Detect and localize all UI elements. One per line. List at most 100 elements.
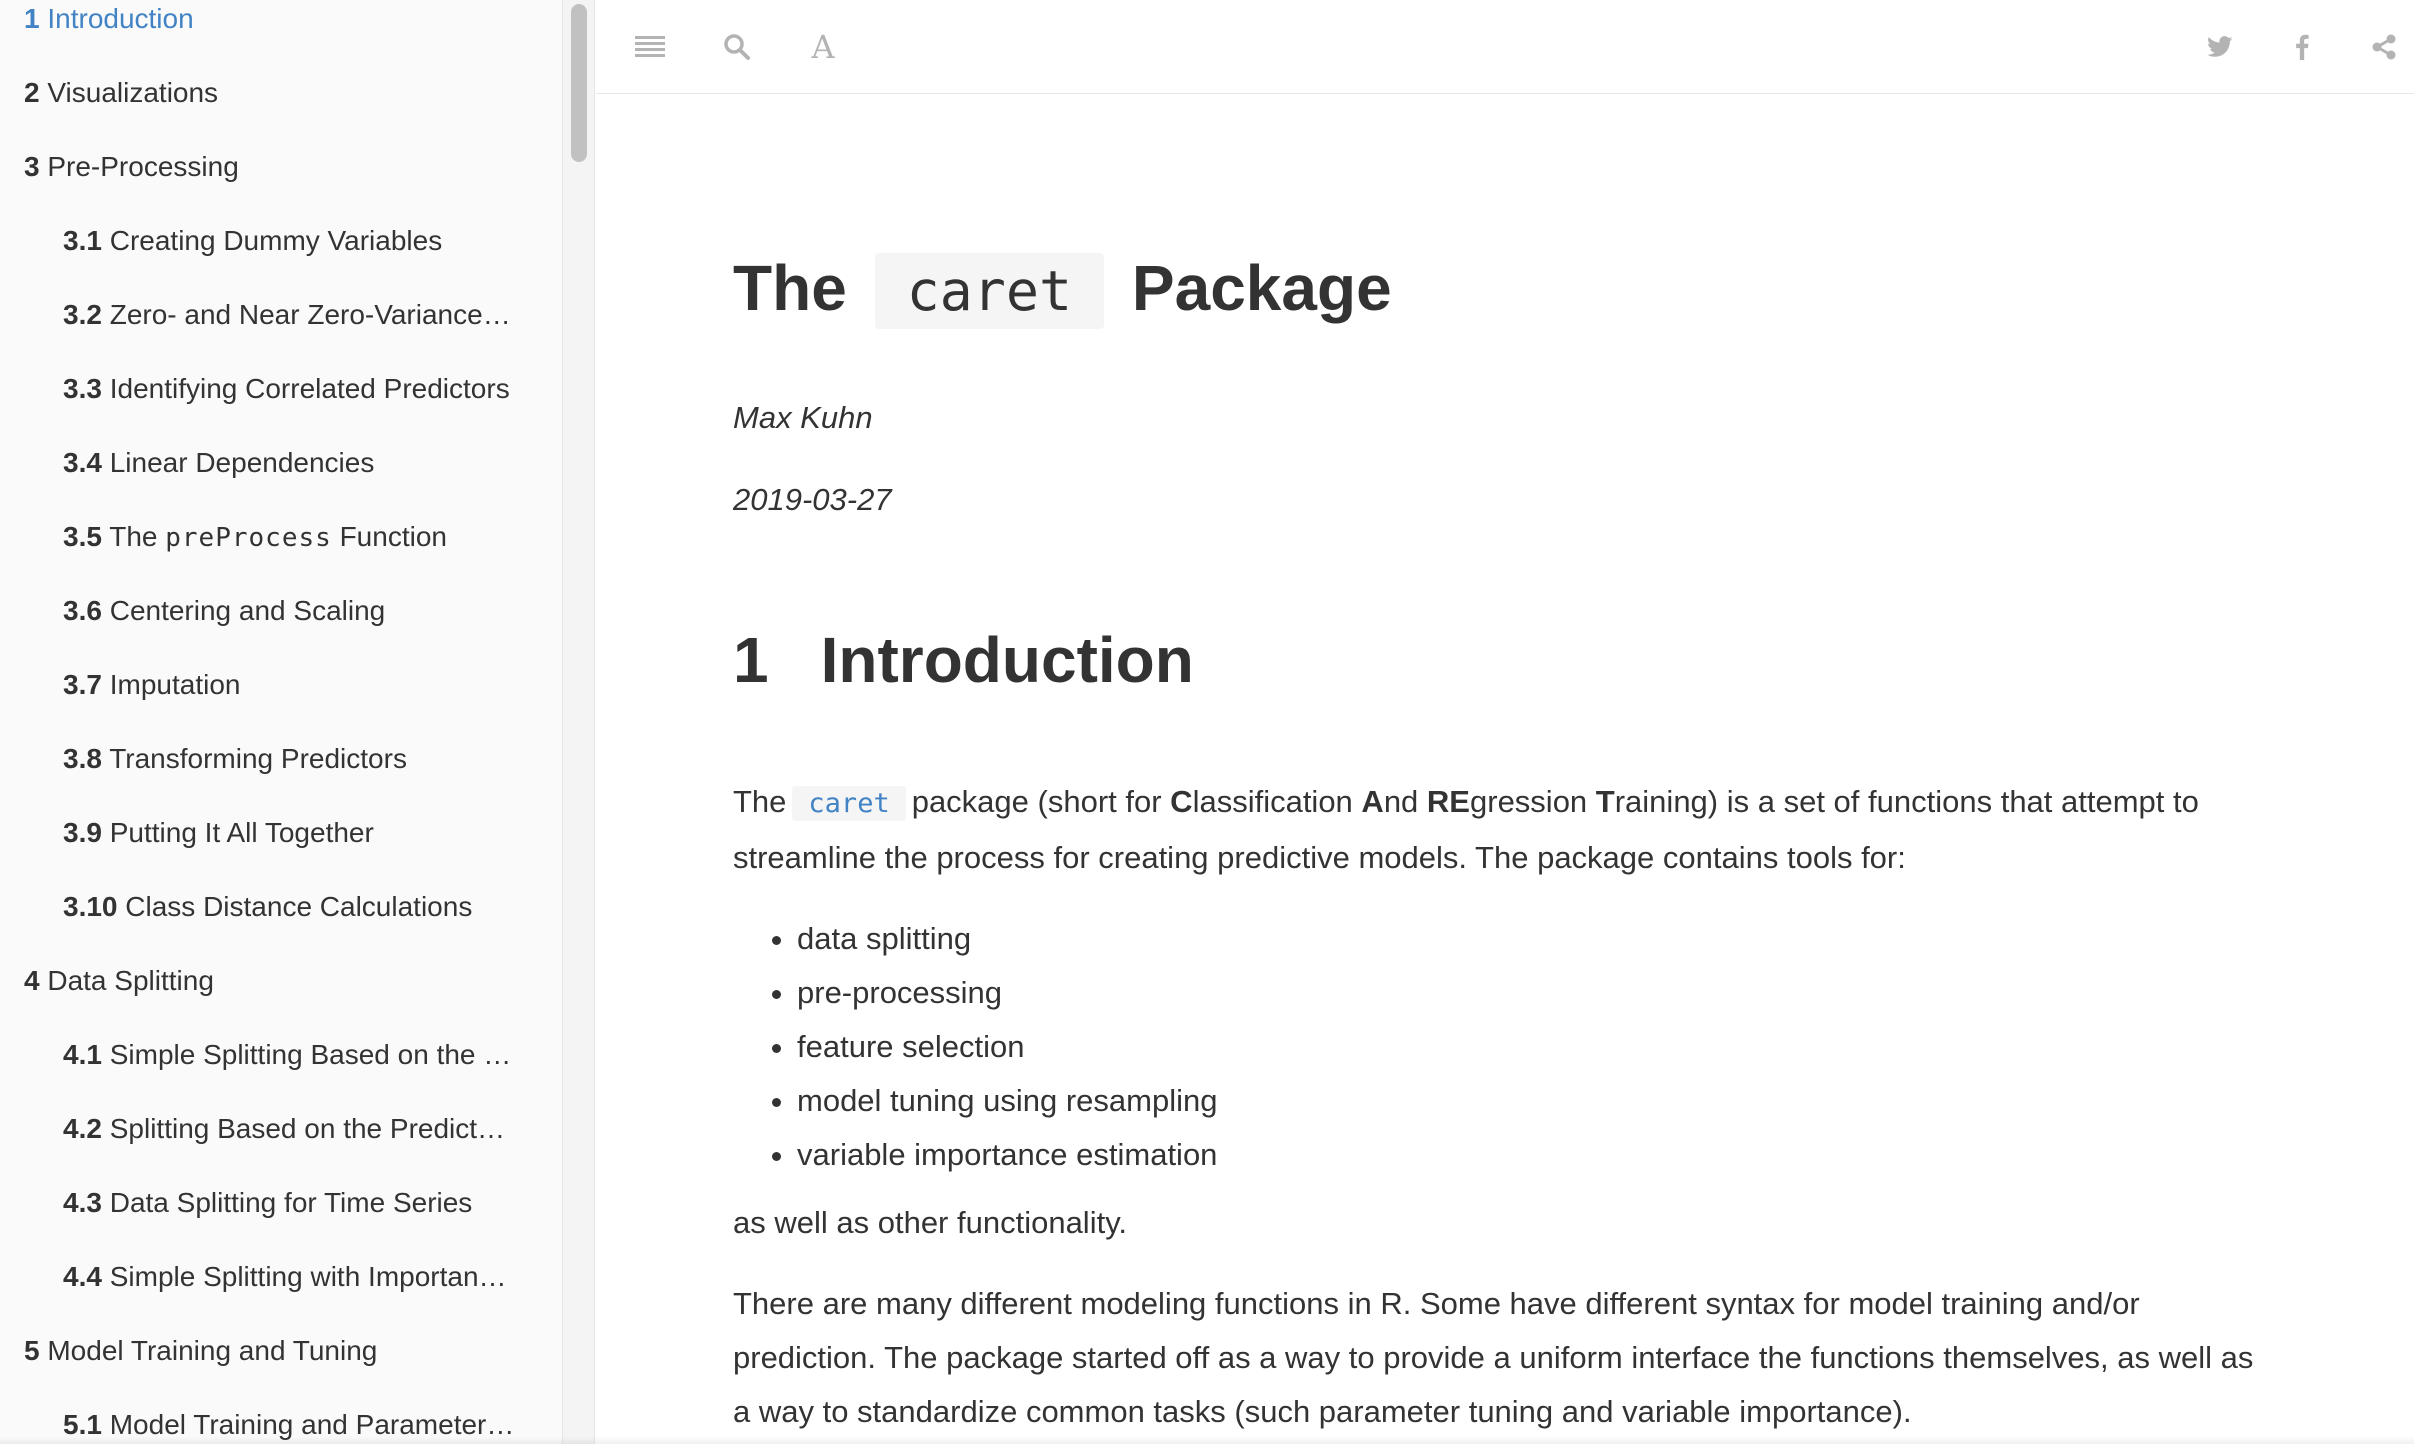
title-text-post: Package bbox=[1131, 252, 1392, 324]
toc-item-4-3[interactable]: 4.3 Data Splitting for Time Series bbox=[0, 1184, 545, 1258]
toc-item-3[interactable]: 3 Pre-Processing bbox=[0, 148, 545, 222]
section-heading: 1 Introduction bbox=[733, 620, 1194, 700]
date: 2019-03-27 bbox=[733, 482, 892, 517]
toc-number: 4.3 bbox=[63, 1187, 102, 1218]
toc-item-3-6[interactable]: 3.6 Centering and Scaling bbox=[0, 592, 545, 666]
tools-list: data splitting pre-processing feature se… bbox=[733, 912, 1217, 1182]
toc-number: 5 bbox=[24, 1335, 40, 1366]
toc-item-4-4[interactable]: 4.4 Simple Splitting with Importan… bbox=[0, 1258, 545, 1332]
toc-number: 3 bbox=[24, 151, 40, 182]
toc-item-3-3[interactable]: 3.3 Identifying Correlated Predictors bbox=[0, 370, 545, 444]
p1-text: package (short for bbox=[911, 784, 1171, 819]
paragraph: There are many different modeling functi… bbox=[733, 1286, 2254, 1429]
toc-item-4-1[interactable]: 4.1 Simple Splitting Based on the … bbox=[0, 1036, 545, 1110]
toc-label: Data Splitting bbox=[47, 965, 214, 996]
toc-label: Pre-Processing bbox=[47, 151, 239, 182]
twitter-icon bbox=[2207, 36, 2233, 57]
intro-paragraph: The caret package (short for Classificatio… bbox=[733, 775, 2278, 885]
toc-label: Transforming Predictors bbox=[109, 743, 407, 774]
list-item: model tuning using resampling bbox=[797, 1074, 1217, 1128]
title-code: caret bbox=[874, 253, 1105, 329]
list-item: variable importance estimation bbox=[797, 1128, 1217, 1182]
toc-label: Class Distance Calculations bbox=[125, 891, 473, 922]
toc-number: 1 bbox=[24, 3, 40, 34]
p1-text: gression bbox=[1470, 784, 1596, 819]
toc-item-3-2[interactable]: 3.2 Zero- and Near Zero-Variance… bbox=[0, 296, 545, 370]
share-button[interactable] bbox=[2357, 20, 2411, 74]
toc-item-3-10[interactable]: 3.10 Class Distance Calculations bbox=[0, 888, 545, 962]
share-icon bbox=[2372, 34, 2396, 60]
toolbar: A bbox=[596, 0, 2414, 94]
sidebar-scrollbar[interactable] bbox=[563, 0, 595, 1444]
toggle-sidebar-button[interactable] bbox=[623, 20, 677, 74]
toc-number: 2 bbox=[24, 77, 40, 108]
toc-number: 3.1 bbox=[63, 225, 102, 256]
toc-number: 3.2 bbox=[63, 299, 102, 330]
page-title: The caret Package bbox=[733, 244, 1392, 335]
toc-label: Splitting Based on the Predict… bbox=[109, 1113, 506, 1144]
toc-label: Simple Splitting with Importan… bbox=[109, 1261, 507, 1292]
toc-sidebar: 1 Introduction 2 Visualizations 3 Pre-Pr… bbox=[0, 0, 563, 1444]
toc-label: Zero- and Near Zero-Variance… bbox=[109, 299, 511, 330]
toc-label: Imputation bbox=[109, 669, 241, 700]
toc-label: Identifying Correlated Predictors bbox=[109, 373, 510, 404]
sidebar-scrollbar-thumb[interactable] bbox=[571, 4, 587, 162]
p1-bold: C bbox=[1170, 784, 1193, 819]
twitter-share-button[interactable] bbox=[2193, 20, 2247, 74]
toc-number: 4.1 bbox=[63, 1039, 102, 1070]
search-button[interactable] bbox=[710, 20, 764, 74]
list-item: feature selection bbox=[797, 1020, 1217, 1074]
toc-label: Centering and Scaling bbox=[109, 595, 386, 626]
menu-icon bbox=[635, 36, 665, 57]
toc-item-3-5[interactable]: 3.5 The preProcess Function bbox=[0, 518, 545, 592]
bottom-edge-shadow bbox=[0, 1436, 2414, 1444]
toc-label: Model Training and Tuning bbox=[47, 1335, 378, 1366]
facebook-icon bbox=[2296, 34, 2309, 60]
toc-number: 4 bbox=[24, 965, 40, 996]
toc-number: 3.8 bbox=[63, 743, 102, 774]
toc-number: 3.5 bbox=[63, 521, 102, 552]
toc-label: Introduction bbox=[47, 3, 194, 34]
toc-item-3-8[interactable]: 3.8 Transforming Predictors bbox=[0, 740, 545, 814]
author: Max Kuhn bbox=[733, 400, 873, 435]
list-item: pre-processing bbox=[797, 966, 1217, 1020]
toc-number: 3.4 bbox=[63, 447, 102, 478]
p1-text: nd bbox=[1383, 784, 1427, 819]
p1-text: lassification bbox=[1192, 784, 1362, 819]
toc-number: 3.6 bbox=[63, 595, 102, 626]
font-settings-button[interactable]: A bbox=[796, 20, 850, 74]
list-item: data splitting bbox=[797, 912, 1217, 966]
toc-item-5[interactable]: 5 Model Training and Tuning bbox=[0, 1332, 545, 1406]
font-settings-icon: A bbox=[811, 28, 835, 66]
toc-label: Linear Dependencies bbox=[109, 447, 375, 478]
toc-label: Creating Dummy Variables bbox=[109, 225, 443, 256]
toc-label-pre: The bbox=[109, 521, 166, 552]
p1-text: The bbox=[733, 784, 787, 819]
toc-number: 3.10 bbox=[63, 891, 118, 922]
toc-label: The preProcess Function bbox=[109, 521, 447, 553]
paragraph: as well as other functionality. bbox=[733, 1205, 1128, 1240]
toc-item-4-2[interactable]: 4.2 Splitting Based on the Predict… bbox=[0, 1110, 545, 1184]
section-number: 1 bbox=[733, 624, 769, 696]
toc-label: Visualizations bbox=[47, 77, 219, 108]
section-title: Introduction bbox=[820, 624, 1194, 696]
toc-item-3-1[interactable]: 3.1 Creating Dummy Variables bbox=[0, 222, 545, 296]
toc-item-3-7[interactable]: 3.7 Imputation bbox=[0, 666, 545, 740]
main-content: The caret Package Max Kuhn 2019-03-27 1I… bbox=[596, 95, 2414, 1444]
toc-number: 3.9 bbox=[63, 817, 102, 848]
caret-inline-code: caret bbox=[792, 786, 906, 821]
toc-item-3-4[interactable]: 3.4 Linear Dependencies bbox=[0, 444, 545, 518]
toc-label-post: Function bbox=[331, 521, 447, 552]
title-text-pre: The bbox=[733, 252, 847, 324]
toc-item-3-9[interactable]: 3.9 Putting It All Together bbox=[0, 814, 545, 888]
search-icon bbox=[724, 34, 750, 60]
p1-bold: T bbox=[1595, 784, 1615, 819]
toc-item-2[interactable]: 2 Visualizations bbox=[0, 74, 545, 148]
p1-bold: RE bbox=[1426, 784, 1470, 819]
toc-item-1[interactable]: 1 Introduction bbox=[0, 0, 545, 74]
toc-item-4[interactable]: 4 Data Splitting bbox=[0, 962, 545, 1036]
toc-number: 4.2 bbox=[63, 1113, 102, 1144]
toc-number: 4.4 bbox=[63, 1261, 102, 1292]
facebook-share-button[interactable] bbox=[2275, 20, 2329, 74]
toc-label: Data Splitting for Time Series bbox=[109, 1187, 473, 1218]
